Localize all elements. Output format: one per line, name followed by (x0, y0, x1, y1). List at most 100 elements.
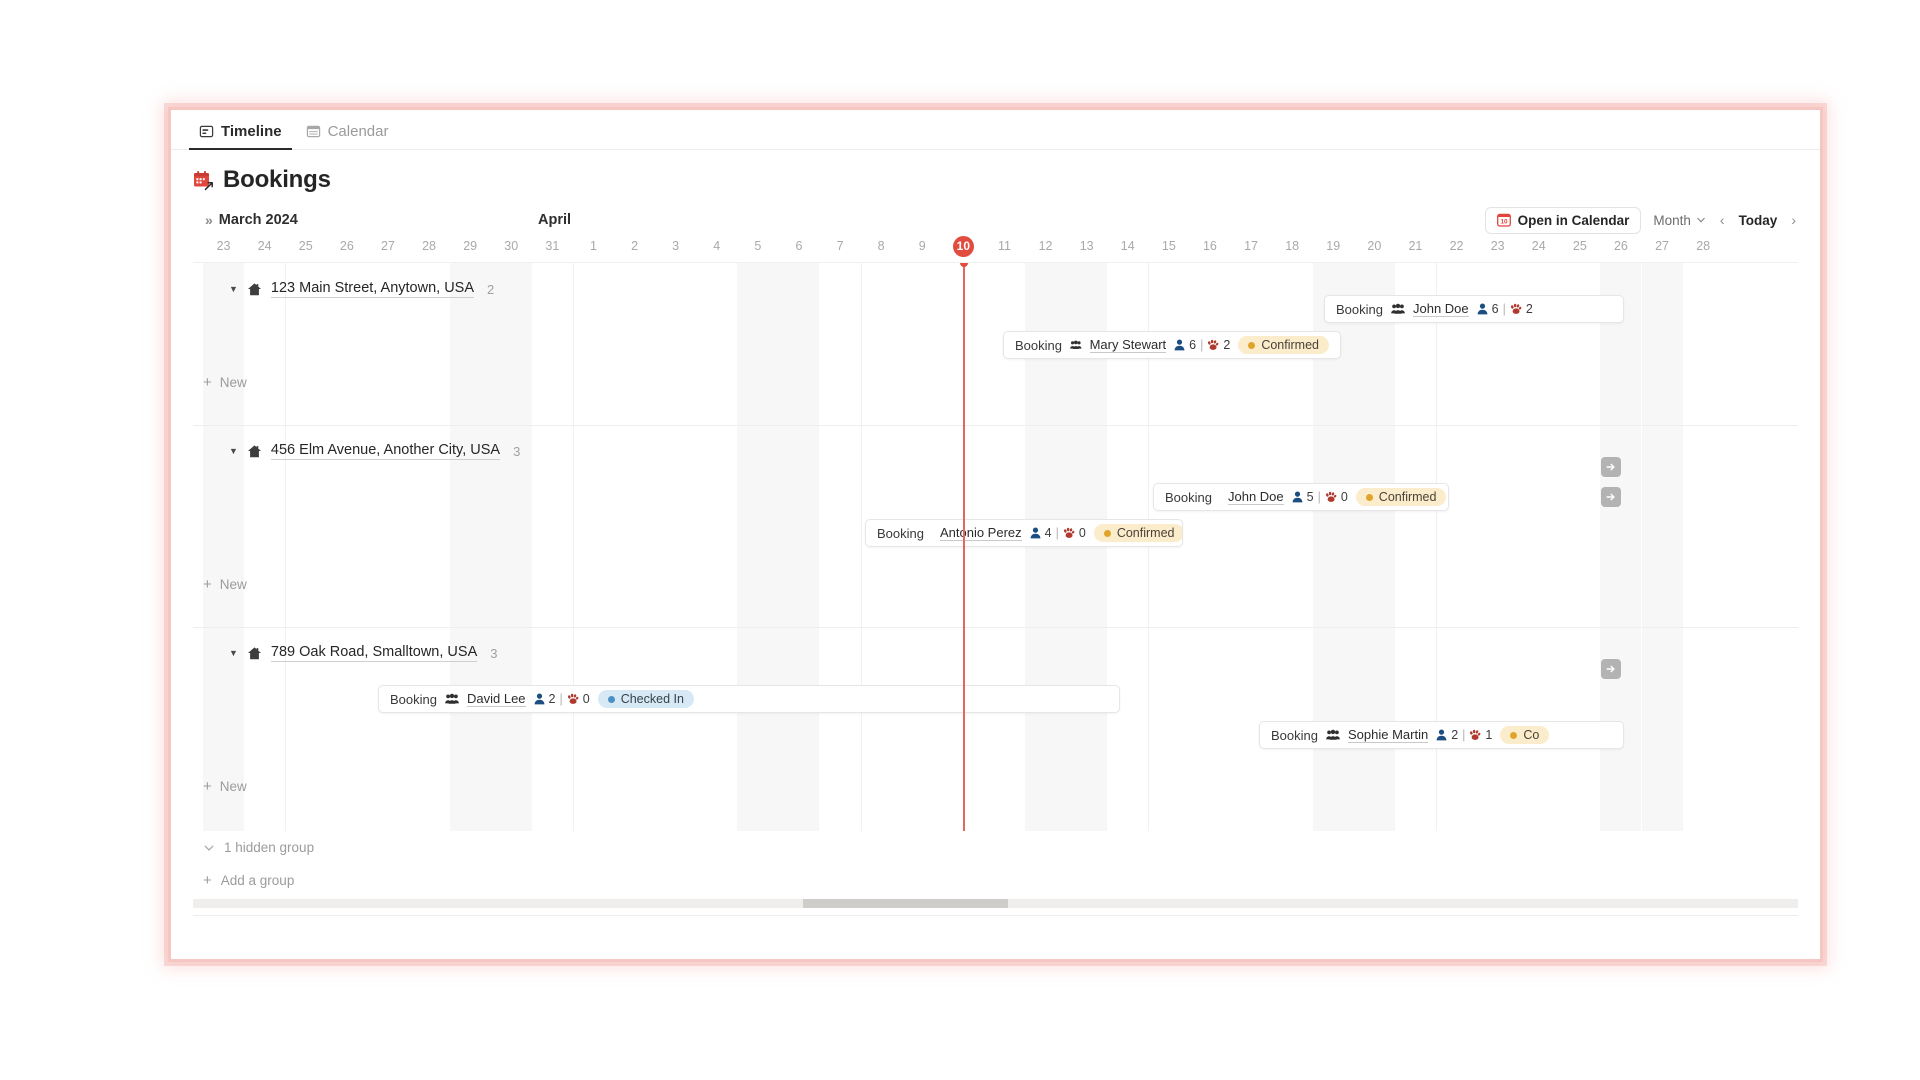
date-tick[interactable]: 21 (1395, 236, 1435, 256)
booking-guest-name[interactable]: David Lee (466, 691, 526, 707)
date-tick[interactable]: 14 (1108, 236, 1148, 256)
caret-down-icon[interactable]: ▼ (229, 284, 238, 294)
date-tick[interactable]: 11 (984, 236, 1024, 256)
booking-bar[interactable]: Booking Mary Stewart 6 | 2 Confirmed (1003, 331, 1341, 359)
tab-calendar[interactable]: Calendar (296, 118, 399, 149)
date-tick[interactable]: 19 (1313, 236, 1353, 256)
status-dot (607, 695, 615, 703)
booking-guest-name[interactable]: John Doe (1412, 301, 1469, 317)
prev-period-button[interactable]: ‹ (1718, 212, 1727, 228)
group-divider (193, 627, 1798, 628)
booking-counts: 4 | 0 (1030, 526, 1086, 540)
group-name[interactable]: 456 Elm Avenue, Another City, USA (270, 442, 501, 460)
date-tick[interactable]: 23 (204, 236, 244, 256)
add-new-booking-button[interactable]: + New (203, 577, 247, 592)
pet-count: 0 (582, 692, 590, 706)
booking-overflow-button[interactable] (1601, 457, 1621, 477)
hidden-group-toggle[interactable]: 1 hidden group (193, 831, 1798, 864)
booking-bar[interactable]: Booking David Lee 2 | 0 Checked In (378, 685, 1120, 713)
date-tick[interactable]: 30 (491, 236, 531, 256)
date-tick[interactable]: 18 (1272, 236, 1312, 256)
chevron-down-icon (204, 845, 214, 851)
open-in-calendar-button[interactable]: 10 Open in Calendar (1484, 206, 1642, 234)
date-tick[interactable]: 28 (409, 236, 449, 256)
booking-overflow-button[interactable] (1601, 659, 1621, 679)
date-tick[interactable]: 10 (943, 236, 983, 257)
status-badge: Checked In (597, 689, 694, 709)
date-tick[interactable]: 15 (1149, 236, 1189, 256)
group-name[interactable]: 789 Oak Road, Smalltown, USA (270, 644, 478, 662)
date-tick[interactable]: 29 (450, 236, 490, 256)
booking-bar[interactable]: Booking John Doe 6 | 2 (1324, 295, 1624, 323)
date-tick[interactable]: 17 (1231, 236, 1271, 256)
date-tick[interactable]: 31 (532, 236, 572, 256)
booking-bar[interactable]: Booking Sophie Martin 2 | 1 Co (1259, 721, 1624, 749)
add-new-booking-button[interactable]: + New (203, 375, 247, 390)
date-tick[interactable]: 2 (615, 236, 655, 256)
status-dot (1103, 529, 1111, 537)
svg-text:10: 10 (1500, 219, 1508, 226)
next-period-button[interactable]: › (1789, 212, 1798, 228)
booking-guest-name[interactable]: Mary Stewart (1089, 337, 1167, 353)
date-tick[interactable]: 8 (861, 236, 901, 256)
group-header[interactable]: ▼ 123 Main Street, Anytown, USA 2 (229, 277, 494, 301)
add-new-booking-button[interactable]: + New (203, 779, 247, 794)
range-select[interactable]: Month (1653, 213, 1706, 228)
booking-overflow-button[interactable] (1601, 487, 1621, 507)
date-tick[interactable]: 26 (327, 236, 367, 256)
date-tick[interactable]: 24 (245, 236, 285, 256)
group-header[interactable]: ▼ 789 Oak Road, Smalltown, USA 3 (229, 641, 497, 665)
add-new-label: New (219, 779, 247, 794)
date-tick[interactable]: 16 (1190, 236, 1230, 256)
date-tick[interactable]: 22 (1437, 236, 1477, 256)
house-icon (247, 444, 261, 457)
booking-counts: 6 | 2 (1174, 338, 1230, 352)
date-tick[interactable]: 23 (1478, 236, 1518, 256)
horizontal-scrollbar[interactable] (193, 899, 1798, 908)
group-header[interactable]: ▼ 456 Elm Avenue, Another City, USA 3 (229, 439, 520, 463)
date-tick[interactable]: 26 (1601, 236, 1641, 256)
date-tick[interactable]: 5 (738, 236, 778, 256)
add-group-button[interactable]: + Add a group (193, 864, 1798, 897)
count-separator: | (559, 692, 563, 706)
group-name[interactable]: 123 Main Street, Anytown, USA (270, 280, 475, 298)
booking-counts: 5 | 0 (1292, 490, 1348, 504)
booking-bar[interactable]: Booking John Doe 5 | 0 Confirmed (1153, 483, 1449, 511)
date-tick[interactable]: 4 (697, 236, 737, 256)
status-label: Co (1523, 727, 1540, 742)
date-tick[interactable]: 7 (820, 236, 860, 256)
date-tick[interactable]: 27 (1642, 236, 1682, 256)
date-tick[interactable]: 13 (1067, 236, 1107, 256)
date-tick[interactable]: 24 (1519, 236, 1559, 256)
double-chevron-right-icon[interactable]: » (205, 213, 213, 227)
date-tick[interactable]: 27 (368, 236, 408, 256)
caret-down-icon[interactable]: ▼ (229, 648, 238, 658)
pet-count: 2 (1525, 302, 1533, 316)
date-tick[interactable]: 28 (1683, 236, 1723, 256)
today-button[interactable]: Today (1739, 213, 1778, 228)
guest-count: 2 (548, 692, 556, 706)
date-tick[interactable]: 6 (779, 236, 819, 256)
tab-timeline[interactable]: Timeline (189, 118, 292, 150)
date-tick[interactable]: 9 (902, 236, 942, 256)
count-separator: | (1462, 728, 1466, 742)
scrollbar-thumb[interactable] (803, 899, 1008, 908)
booking-guest-name[interactable]: Antonio Perez (939, 525, 1022, 541)
date-tick[interactable]: 12 (1026, 236, 1066, 256)
range-select-label: Month (1653, 212, 1691, 228)
status-badge: Confirmed (1238, 335, 1329, 355)
timeline-icon (199, 125, 214, 138)
date-tick[interactable]: 3 (656, 236, 696, 256)
date-tick[interactable]: 20 (1354, 236, 1394, 256)
booking-guest-name[interactable]: Sophie Martin (1347, 727, 1429, 743)
page-title-text: Bookings (223, 166, 331, 193)
caret-down-icon[interactable]: ▼ (229, 446, 238, 456)
booking-bar[interactable]: Booking Antonio Perez 4 | 0 Confirmed (865, 519, 1183, 547)
booking-guest-name[interactable]: John Doe (1227, 489, 1284, 505)
group-count: 3 (490, 645, 498, 661)
hidden-group-label: 1 hidden group (224, 840, 315, 855)
booking-counts: 2 | 1 (1436, 728, 1492, 742)
date-tick[interactable]: 25 (286, 236, 326, 256)
date-tick[interactable]: 1 (573, 236, 613, 256)
date-tick[interactable]: 25 (1560, 236, 1600, 256)
